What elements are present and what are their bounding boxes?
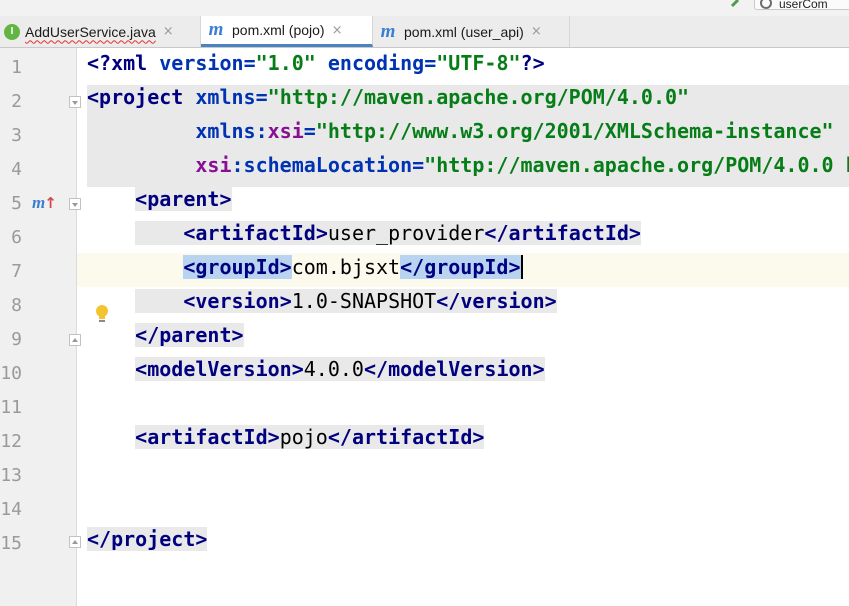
maven-icon: m: [208, 19, 224, 40]
code-line-15: </project>: [87, 527, 208, 551]
code-line-5: <parent>: [135, 187, 232, 211]
close-icon[interactable]: ×: [332, 23, 343, 38]
build-hammer-icon[interactable]: [730, 0, 744, 8]
line-number: 14: [0, 499, 22, 520]
code-line-1: <?xml version="1.0" encoding="UTF-8"?>: [87, 51, 545, 75]
line-number: 2: [11, 91, 22, 112]
tab-pom-user-api[interactable]: m pom.xml (user_api) ×: [373, 16, 570, 47]
tab-label: pom.xml (pojo): [232, 22, 325, 38]
code-line-4: xsi:schemaLocation="http://maven.apache.…: [87, 153, 849, 187]
tab-label: AddUserService.java: [25, 23, 156, 40]
up-arrow-icon: ↑: [44, 194, 57, 212]
interface-icon: I: [4, 23, 20, 40]
code-line-3: xmlns:xsi="http://www.w3.org/2001/XMLSch…: [87, 119, 849, 153]
line-number: 8: [11, 295, 22, 316]
tab-pom-pojo[interactable]: m pom.xml (pojo) ×: [201, 16, 373, 47]
line-number: 4: [11, 159, 22, 180]
tab-label: pom.xml (user_api): [404, 23, 524, 40]
gear-icon: [760, 0, 772, 9]
code-editor[interactable]: <?xml version="1.0" encoding="UTF-8"?> <…: [77, 48, 849, 606]
line-number: 6: [11, 227, 22, 248]
line-number: 10: [0, 363, 22, 384]
line-number: 11: [0, 397, 22, 418]
main-toolbar: userCom: [0, 0, 849, 16]
line-number: 5: [11, 193, 22, 214]
code-line-9: </parent>: [135, 323, 244, 347]
code-line-6: <artifactId>user_provider</artifactId>: [87, 221, 641, 255]
maven-icon: m: [380, 20, 396, 42]
overrides-parent-icon[interactable]: m↑: [32, 193, 57, 213]
line-number: 15: [0, 533, 22, 554]
code-line-8: <version>1.0-SNAPSHOT</version>: [87, 289, 557, 323]
line-number: 1: [11, 57, 22, 78]
line-number: 9: [11, 329, 22, 350]
tab-add-user-service[interactable]: I AddUserService.java ×: [0, 16, 201, 47]
line-number: 12: [0, 431, 22, 452]
line-number: 7: [11, 261, 22, 282]
editor-tab-bar: I AddUserService.java × m pom.xml (pojo)…: [0, 16, 849, 48]
text-caret: [520, 255, 523, 279]
editor-gutter[interactable]: 1 2 3 4 5 6 7 8 9 10 11 12 13 14 15 m↑: [0, 48, 108, 606]
close-icon[interactable]: ×: [531, 24, 542, 39]
run-configuration-selector[interactable]: userCom: [754, 0, 849, 10]
code-line-12: <artifactId>pojo</artifactId>: [135, 425, 485, 449]
close-icon[interactable]: ×: [163, 24, 174, 39]
line-number: 13: [0, 465, 22, 486]
code-line-10: <modelVersion>4.0.0</modelVersion>: [135, 357, 545, 381]
code-line-7: <groupId>com.bjsxt</groupId>: [183, 255, 523, 279]
line-number: 3: [11, 125, 22, 146]
code-line-2: <project xmlns="http://maven.apache.org/…: [87, 85, 849, 119]
run-configuration-label: userCom: [779, 0, 828, 10]
